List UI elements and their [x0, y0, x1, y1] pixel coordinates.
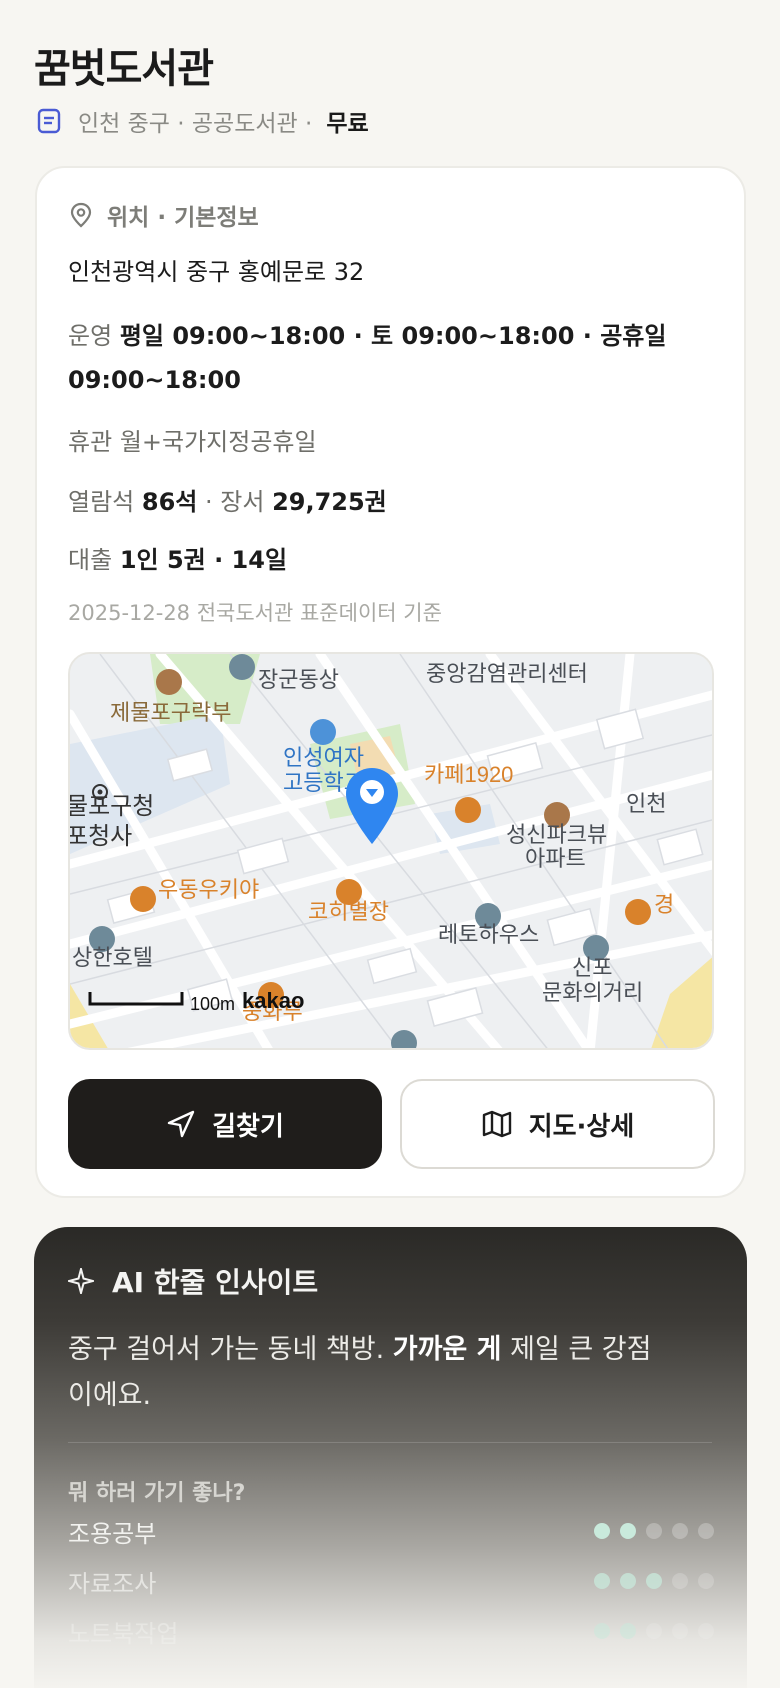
activity-label: 조용공부 — [68, 1519, 157, 1548]
map-label-centre: 중앙감염관리센터 — [426, 661, 588, 686]
map-detail-label: 지도·상세 — [528, 1111, 635, 1142]
map-label-udong: 우동우키야 — [158, 877, 259, 902]
library-meta: 인천 중구 · 공공도서관 · 무료 — [36, 104, 369, 138]
map-label-office1: 물포구청 — [70, 793, 154, 820]
activity-question: 뭐 하러 가기 좋나? — [68, 1481, 246, 1506]
sparkle-icon — [68, 1268, 94, 1294]
info-card: 위치 · 기본정보 인천광역시 중구 홍예문로 32 운영 평일 09:00~1… — [35, 166, 746, 1198]
loan-value: 1인 5권 · 14일 — [119, 546, 288, 574]
rating-dot — [698, 1623, 714, 1639]
closed-value: 월+국가지정공휴일 — [119, 428, 317, 456]
fee-badge: 무료 — [326, 111, 369, 137]
ai-insight-card: AI 한줄 인사이트 중구 걸어서 가는 동네 책방. 가까운 게 제일 큰 강… — [34, 1227, 747, 1688]
map-label-jangun: 장군동상 — [258, 667, 339, 692]
rating-dot — [646, 1623, 662, 1639]
map-label-school1: 인성여자 — [283, 745, 364, 770]
rating-dot — [672, 1523, 688, 1539]
rating-dot — [672, 1623, 688, 1639]
rating-dot — [672, 1573, 688, 1589]
route-button[interactable]: 길찾기 — [68, 1079, 382, 1169]
map-label-kohi: 코히별장 — [308, 899, 389, 924]
closed-days: 휴관 월+국가지정공휴일 — [68, 422, 317, 457]
hours: 운영 평일 09:00~18:00 · 토 09:00~18:00 · 공휴일 … — [68, 314, 688, 402]
page-title: 꿈벗도서관 — [34, 46, 214, 92]
ai-title: AI 한줄 인사이트 — [112, 1266, 319, 1299]
books-label: · 장서 — [197, 488, 265, 516]
location-map[interactable]: 제물포구락부 장군동상 중앙감염관리센터 인성여자 고등학교 카페1920 성신… — [68, 652, 714, 1050]
ai-header: AI 한줄 인사이트 — [68, 1261, 318, 1301]
section-header: 위치 · 기본정보 — [69, 198, 259, 232]
data-source: 2025-12-28 전국도서관 표준데이터 기준 — [68, 601, 442, 625]
rating-dot — [594, 1573, 610, 1589]
address: 인천광역시 중구 홍예문로 32 — [68, 258, 365, 286]
ai-summary: 중구 걸어서 가는 동네 책방. 가까운 게 제일 큰 강점이에요. — [68, 1327, 668, 1419]
seats-label: 열람석 — [68, 488, 135, 516]
books-value: 29,725권 — [272, 488, 387, 516]
map-scale: 100m — [190, 994, 235, 1014]
section-title: 위치 · 기본정보 — [107, 205, 259, 231]
ai-text-bold: 가까운 게 — [392, 1334, 502, 1365]
map-brand: kakao — [242, 988, 304, 1013]
rating-dot — [620, 1523, 636, 1539]
activity-row: 조용공부 — [68, 1515, 714, 1548]
map-label-gyeong: 경 — [654, 892, 674, 917]
rating-dots — [594, 1573, 714, 1589]
map-label-cafe: 카페1920 — [424, 762, 513, 787]
navigation-arrow-icon — [167, 1110, 195, 1138]
rating-dots — [594, 1623, 714, 1639]
map-label-office2: 포청사 — [70, 823, 132, 850]
map-icon — [482, 1110, 511, 1138]
loan-policy: 대출 1인 5권 · 14일 — [68, 540, 287, 575]
rating-dot — [698, 1573, 714, 1589]
map-label-sinpo1: 신포 — [572, 955, 612, 980]
rating-dot — [594, 1523, 610, 1539]
map-label-retro: 레토하우스 — [438, 922, 539, 947]
activity-row: 자료조사 — [68, 1565, 714, 1598]
map-label-sinpo2: 문화의거리 — [542, 980, 643, 1005]
meta-text: 인천 중구 · 공공도서관 · — [78, 111, 313, 137]
seats-value: 86석 — [141, 488, 198, 516]
rating-dots — [594, 1523, 714, 1539]
activity-label: 노트북작업 — [68, 1619, 179, 1648]
document-icon — [37, 108, 61, 134]
hours-value: 평일 09:00~18:00 · 토 09:00~18:00 · 공휴일 09:… — [68, 322, 667, 394]
ai-text-before: 중구 걸어서 가는 동네 책방. — [68, 1334, 385, 1365]
rating-dot — [620, 1573, 636, 1589]
rating-dot — [646, 1573, 662, 1589]
loan-label: 대출 — [68, 546, 113, 574]
map-detail-button[interactable]: 지도·상세 — [400, 1079, 715, 1169]
rating-dot — [698, 1523, 714, 1539]
map-label-apt2: 아파트 — [525, 846, 586, 871]
seats-books: 열람석 86석 · 장서 29,725권 — [68, 482, 387, 517]
map-label-jemulpo: 제물포구락부 — [110, 700, 231, 725]
hours-label: 운영 — [68, 322, 113, 350]
divider — [68, 1442, 712, 1443]
map-label-apt1: 성신파크뷰 — [506, 822, 607, 847]
map-label-incheon: 인천 — [626, 791, 666, 816]
rating-dot — [594, 1623, 610, 1639]
location-pin-icon — [70, 202, 92, 228]
rating-dot — [646, 1523, 662, 1539]
route-label: 길찾기 — [212, 1111, 284, 1142]
activity-row: 노트북작업 — [68, 1615, 714, 1648]
closed-label: 휴관 — [68, 428, 113, 456]
map-label-hotel: 상한호텔 — [72, 945, 153, 970]
activity-label: 자료조사 — [68, 1569, 157, 1598]
rating-dot — [620, 1623, 636, 1639]
